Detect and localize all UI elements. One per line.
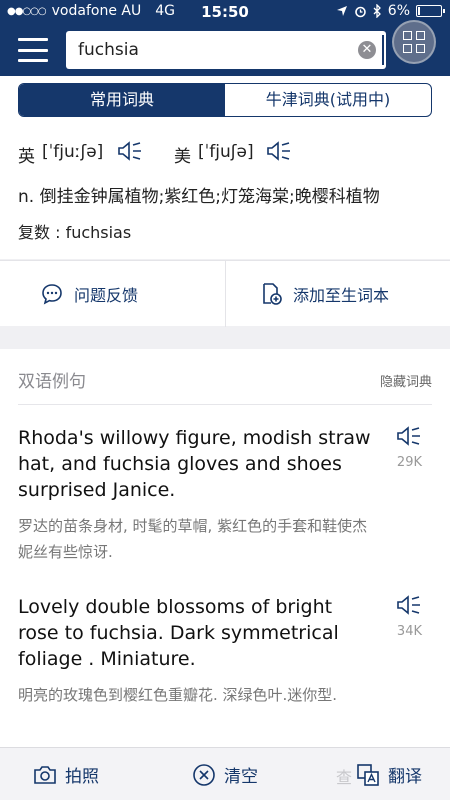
entry-actions: 问题反馈 添加至生词本 <box>0 260 450 327</box>
battery-icon <box>416 5 445 17</box>
add-to-wordbook-button[interactable]: 添加至生词本 <box>259 261 389 327</box>
dictionary-tabs: 常用词典 牛津词典(试用中) <box>18 83 432 117</box>
photo-button[interactable]: 拍照 <box>33 762 99 787</box>
speaker-icon[interactable] <box>396 425 422 447</box>
tab-oxford-dictionary[interactable]: 牛津词典(试用中) <box>225 84 431 116</box>
menu-button[interactable] <box>18 38 48 62</box>
us-phonetic: [ˈfjuʃə] <box>198 142 254 162</box>
example-item[interactable]: Rhoda's willowy figure, modish straw hat… <box>18 425 432 565</box>
text-cursor <box>382 35 384 65</box>
clear-label: 清空 <box>224 767 258 787</box>
speaker-icon-uk[interactable] <box>117 140 143 162</box>
bilingual-examples: 双语例句 隐藏词典 Rhoda's willowy figure, modish… <box>0 349 450 747</box>
x-circle-icon[interactable]: ✕ <box>358 41 376 59</box>
battery-percent: 6% <box>387 3 410 19</box>
hide-dictionary-link[interactable]: 隐藏词典 <box>380 371 432 390</box>
chat-bubble-icon <box>42 284 62 305</box>
clear-circle-icon <box>193 763 215 786</box>
speaker-icon[interactable] <box>396 594 422 616</box>
add-to-wordbook-label: 添加至生词本 <box>293 286 390 305</box>
obscured-text: 查 <box>336 768 353 787</box>
divider <box>225 261 226 327</box>
example-source-count: 29K <box>396 455 422 470</box>
feedback-button[interactable]: 问题反馈 <box>40 261 138 327</box>
translate-label: 翻译 <box>388 767 422 787</box>
tab-common-dictionary[interactable]: 常用词典 <box>19 84 225 116</box>
divider <box>18 404 432 405</box>
example-english: Lovely double blossoms of bright rose to… <box>18 596 339 670</box>
camera-icon <box>34 765 56 784</box>
search-input[interactable]: fuchsia ✕ <box>66 31 386 69</box>
translate-icon <box>357 763 379 786</box>
bluetooth-icon <box>373 4 381 18</box>
add-note-icon <box>263 283 282 305</box>
example-english: Rhoda's willowy figure, modish straw hat… <box>18 427 371 501</box>
photo-label: 拍照 <box>65 767 99 787</box>
example-item[interactable]: Lovely double blossoms of bright rose to… <box>18 594 432 708</box>
location-arrow-icon <box>336 6 347 16</box>
definition-text: n. 倒挂金钟属植物;紫红色;灯笼海棠;晚樱科植物 <box>18 187 380 207</box>
search-query: fuchsia <box>78 40 139 60</box>
example-source-count: 34K <box>396 624 422 639</box>
translate-button[interactable]: 翻译 <box>356 762 422 787</box>
speaker-icon-us[interactable] <box>266 140 292 162</box>
app-header: ●●○○○ vodafone AU 4G 15:50 6% fuchsia ✕ <box>0 0 450 76</box>
floating-grid-button[interactable] <box>392 20 436 64</box>
example-chinese: 明亮的玫瑰色到樱红色重瓣花. 深绿色叶.迷你型. <box>18 686 338 704</box>
dictionary-tabs-container: 常用词典 牛津词典(试用中) <box>0 76 450 124</box>
uk-phonetic: [ˈfjuːʃə] <box>42 142 104 162</box>
example-chinese: 罗达的苗条身材, 时髦的草帽, 紫红色的手套和鞋使杰妮丝有些惊讶. <box>18 517 368 561</box>
hamburger-icon <box>18 38 48 41</box>
plural-form: 复数 : fuchsias <box>18 223 132 242</box>
bottom-toolbar: 拍照 清空 查 翻译 <box>0 747 450 800</box>
feedback-label: 问题反馈 <box>74 286 139 305</box>
uk-label: 英 <box>18 147 35 167</box>
clear-button[interactable]: 清空 <box>192 762 258 787</box>
us-label: 美 <box>174 147 191 167</box>
section-title: 双语例句 <box>18 372 86 392</box>
definition-card: 英 [ˈfjuːʃə] 美 [ˈfjuʃə] n. 倒挂金钟属植物;紫红色;灯笼… <box>0 124 450 259</box>
status-bar: ●●○○○ vodafone AU 4G 15:50 6% <box>0 0 450 24</box>
alarm-icon <box>354 6 366 17</box>
grid-icon <box>403 31 412 40</box>
